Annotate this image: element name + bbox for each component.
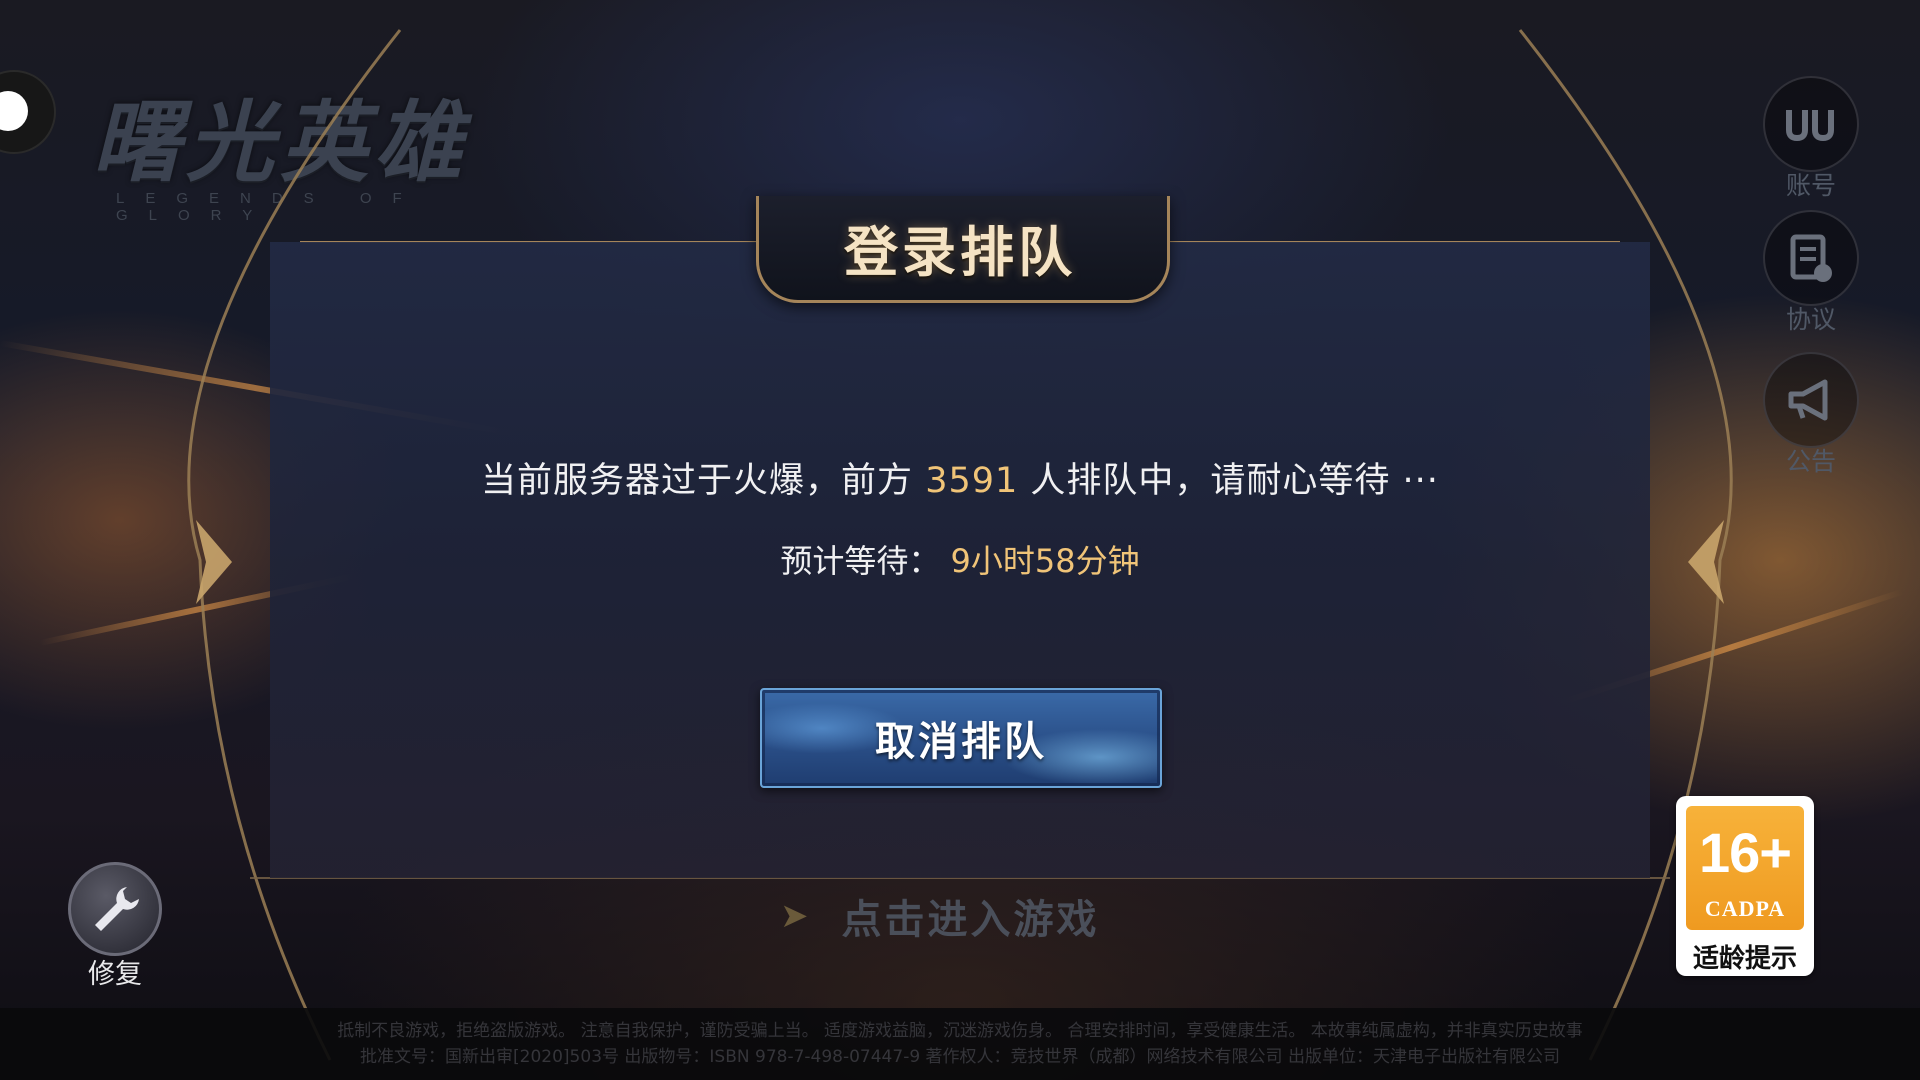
megaphone-icon xyxy=(1763,352,1859,448)
footer-line-2: 批准文号：国新出审[2020]503号 出版物号：ISBN 978-7-498-… xyxy=(360,1047,1560,1067)
queue-message-prefix: 当前服务器过于火爆，前方 xyxy=(481,461,914,501)
age-rating-org: CADPA xyxy=(1704,896,1786,921)
wrench-icon xyxy=(68,862,162,956)
legal-footer: 抵制不良游戏，拒绝盗版游戏。 注意自我保护，谨防受骗上当。 适度游戏益脑，沉迷游… xyxy=(0,1008,1920,1080)
agreement-label: 协议 xyxy=(1785,305,1836,334)
estimate-label: 预计等待： xyxy=(780,542,941,580)
age-rating-badge[interactable]: 16+ CADPA 适龄提示 xyxy=(1676,796,1814,976)
notice-label: 公告 xyxy=(1785,447,1836,476)
queue-message: 当前服务器过于火爆，前方 3591 人排队中，请耐心等待 ··· xyxy=(300,452,1620,503)
account-label: 账号 xyxy=(1785,171,1836,200)
enter-game-button[interactable]: ➤ 点击进入游戏 xyxy=(780,888,1160,944)
age-rating-number: 16+ xyxy=(1699,821,1792,884)
chevron-right-icon: ➤ xyxy=(780,896,812,936)
footer-line-1: 抵制不良游戏，拒绝盗版游戏。 注意自我保护，谨防受骗上当。 适度游戏益脑，沉迷游… xyxy=(337,1021,1583,1041)
estimate-value: 9小时58分钟 xyxy=(950,542,1140,580)
notice-button[interactable]: 公告 xyxy=(1756,352,1866,478)
age-rating-label: 适龄提示 xyxy=(1692,944,1797,974)
cancel-queue-label: 取消排队 xyxy=(875,719,1047,765)
repair-label: 修复 xyxy=(88,959,142,990)
queue-count: 3591 xyxy=(925,461,1019,501)
account-icon xyxy=(1763,76,1859,172)
dialog-title: 登录排队 xyxy=(844,221,1076,284)
repair-button[interactable]: 修复 xyxy=(60,862,170,991)
account-button[interactable]: 账号 xyxy=(1756,76,1866,202)
age-rating-inner: 16+ CADPA xyxy=(1686,806,1804,930)
agreement-button[interactable]: 协议 xyxy=(1756,210,1866,336)
estimated-wait: 预计等待： 9小时58分钟 xyxy=(300,536,1620,582)
queue-message-suffix: 人排队中，请耐心等待 ··· xyxy=(1030,461,1439,501)
agreement-icon xyxy=(1763,210,1859,306)
enter-game-label: 点击进入游戏 xyxy=(841,897,1100,943)
cancel-queue-button[interactable]: 取消排队 xyxy=(760,688,1162,788)
